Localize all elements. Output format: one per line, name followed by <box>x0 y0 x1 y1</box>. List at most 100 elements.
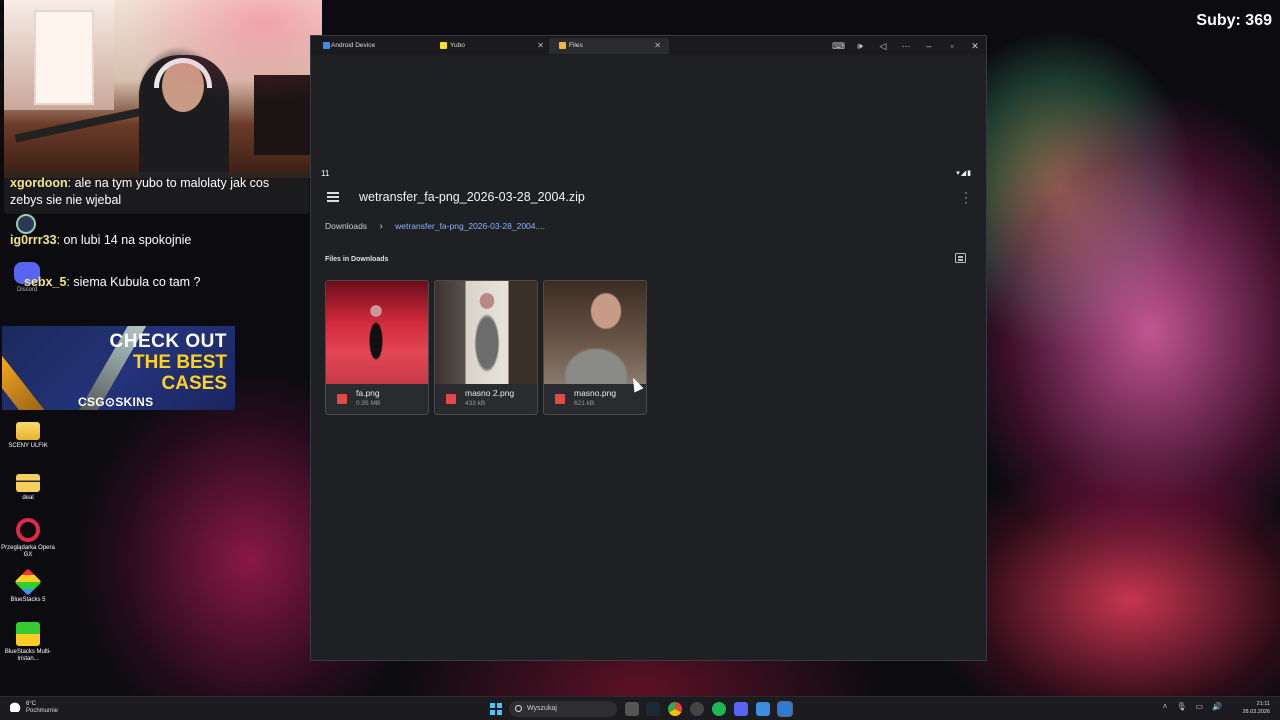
ad-brand: CSG⊙SKINS <box>78 395 154 409</box>
folder-icon <box>16 422 40 440</box>
discord-app-icon[interactable] <box>734 702 748 716</box>
breadcrumb-current[interactable]: wetransfer_fa-png_2026-03-28_2004.... <box>395 221 545 231</box>
chat-message: sebx_5: siema Kubula co tam ? <box>24 275 201 289</box>
knife-graphic <box>2 326 60 410</box>
search-icon <box>515 705 522 712</box>
file-size: 621 kB <box>574 400 595 407</box>
network-icon[interactable]: ▭ <box>1195 702 1203 711</box>
weather-temp: 6°C <box>26 701 37 707</box>
tab-yubo[interactable]: Yubo ✕ <box>430 38 548 54</box>
start-button[interactable] <box>490 703 502 715</box>
clock[interactable]: 21:11 28.03.2026 <box>1242 700 1270 716</box>
tab-android-device[interactable]: Android Device <box>311 38 431 54</box>
minimize-icon[interactable]: – <box>924 41 934 51</box>
task-view-icon[interactable] <box>625 702 639 716</box>
ad-line: CHECK OUT <box>109 331 227 352</box>
taskbar: 6°C Pochmurnie Wyszukaj ˄ 🎙 ▭ 🔊 21:11 28… <box>0 696 1280 720</box>
desktop-icon-label: BlueStacks 5 <box>10 597 46 603</box>
file-size: 433 kB <box>465 400 486 407</box>
app-bar: wetransfer_fa-png_2026-03-28_2004.zip · ·… <box>311 186 986 212</box>
system-tray: ˄ 🎙 ▭ 🔊 <box>1163 702 1222 711</box>
image-file-icon <box>446 394 456 404</box>
taskbar-search[interactable]: Wyszukaj <box>509 701 617 717</box>
chevron-up-icon[interactable]: ˄ <box>1163 702 1168 711</box>
maximize-icon[interactable]: ▫ <box>947 41 957 51</box>
breadcrumb: Downloads › wetransfer_fa-png_2026-03-28… <box>325 221 545 232</box>
back-icon[interactable]: ◁ <box>878 41 888 52</box>
volume-icon[interactable]: 🕪 <box>855 41 865 52</box>
file-card[interactable]: fa.png 0.95 MB <box>325 280 429 415</box>
page-title: wetransfer_fa-png_2026-03-28_2004.zip <box>359 190 585 204</box>
keyboard-icon[interactable]: ⌨ <box>832 41 845 52</box>
desktop-icon-deal[interactable]: deal <box>0 468 56 502</box>
ad-banner: CHECK OUT THE BEST CASES CSG⊙SKINS <box>2 326 235 410</box>
file-card[interactable]: masno.png 621 kB <box>543 280 647 415</box>
active-app-icon[interactable] <box>777 701 793 717</box>
chat-message: xgordoon: ale na tym yubo to malolaty ja… <box>10 176 270 207</box>
clock-time: 21:11 <box>1256 701 1270 707</box>
file-size: 0.95 MB <box>356 400 381 407</box>
steam-icon <box>16 214 36 234</box>
opera-gx-icon <box>16 518 40 542</box>
folder-icon <box>16 474 40 492</box>
steam-app-icon[interactable] <box>646 702 660 716</box>
desktop-icon-bluestacks-multi[interactable]: BlueStacks Multi-Instan... <box>0 622 56 663</box>
chrome-app-icon[interactable] <box>668 702 682 716</box>
title-bar: Android Device Yubo ✕ Files ✕ ⌨ 🕪 ◁ ⋯ – … <box>311 36 986 55</box>
tab-label: Files <box>569 42 583 49</box>
app-icon[interactable] <box>756 702 770 716</box>
window-controls: ⌨ 🕪 ◁ ⋯ – ▫ ✕ <box>832 38 980 54</box>
desktop-icon-opera-gx[interactable]: Przeglądarka Opera GX <box>0 518 56 559</box>
file-meta: masno.png 621 kB <box>544 383 646 414</box>
ad-line: CASES <box>161 373 227 394</box>
file-thumbnail <box>544 281 646 384</box>
status-time: 11 <box>321 169 330 178</box>
bluestacks-icon <box>14 568 42 596</box>
search-placeholder: Wyszukaj <box>527 705 557 712</box>
overflow-menu-icon[interactable]: · · · <box>964 188 968 209</box>
file-card[interactable]: masno 2.png 433 kB <box>434 280 538 415</box>
emulator-window: Android Device Yubo ✕ Files ✕ ⌨ 🕪 ◁ ⋯ – … <box>310 35 987 661</box>
subs-counter: Suby: 369 <box>1196 12 1272 29</box>
list-view-icon[interactable] <box>955 253 966 263</box>
image-file-icon <box>337 394 347 404</box>
chevron-right-icon: › <box>379 221 383 232</box>
image-file-icon <box>555 394 565 404</box>
desktop-icon-sceny-ulfik[interactable]: SCENY ULFIK <box>0 416 56 450</box>
webcam-overlay <box>4 0 322 178</box>
android-status-bar: 11 ▾◢▮ <box>321 169 972 181</box>
file-name: masno 2.png <box>465 388 515 398</box>
tab-files[interactable]: Files ✕ <box>549 38 669 54</box>
app-icon[interactable] <box>690 702 704 716</box>
desktop-icon-label: Przeglądarka Opera GX <box>1 545 55 558</box>
file-thumbnail <box>326 281 428 384</box>
microphone-icon[interactable]: 🎙 <box>1176 702 1186 711</box>
desktop-icon-label: SCENY ULFIK <box>8 443 48 449</box>
volume-icon[interactable]: 🔊 <box>1212 702 1222 711</box>
hamburger-menu-icon[interactable] <box>327 192 339 202</box>
chat-message: ig0rrr33: on lubi 14 na spokojnie <box>10 233 192 247</box>
file-meta: fa.png 0.95 MB <box>326 383 428 414</box>
desktop-icon-bluestacks[interactable]: BlueStacks 5 <box>0 568 56 604</box>
more-icon[interactable]: ⋯ <box>901 41 911 52</box>
ad-line: THE BEST <box>133 352 227 373</box>
android-device-icon <box>323 42 330 49</box>
tab-label: Yubo <box>450 42 465 49</box>
clock-date: 28.03.2026 <box>1242 709 1270 715</box>
weather-desc: Pochmurnie <box>26 708 59 714</box>
files-icon <box>559 42 566 49</box>
close-tab-icon[interactable]: ✕ <box>654 38 661 54</box>
file-name: fa.png <box>356 388 380 398</box>
status-icons: ▾◢▮ <box>956 170 972 177</box>
file-name: masno.png <box>574 388 617 398</box>
close-tab-icon[interactable]: ✕ <box>537 38 544 54</box>
yubo-icon <box>440 42 447 49</box>
section-title: Files in Downloads <box>325 256 389 263</box>
spotify-app-icon[interactable] <box>712 702 726 716</box>
file-meta: masno 2.png 433 kB <box>435 383 537 414</box>
weather-widget[interactable]: 6°C Pochmurnie <box>10 701 58 715</box>
desktop-icon-label: deal <box>22 495 34 501</box>
breadcrumb-root[interactable]: Downloads <box>325 221 367 231</box>
file-thumbnail <box>435 281 537 384</box>
close-icon[interactable]: ✕ <box>970 41 980 52</box>
